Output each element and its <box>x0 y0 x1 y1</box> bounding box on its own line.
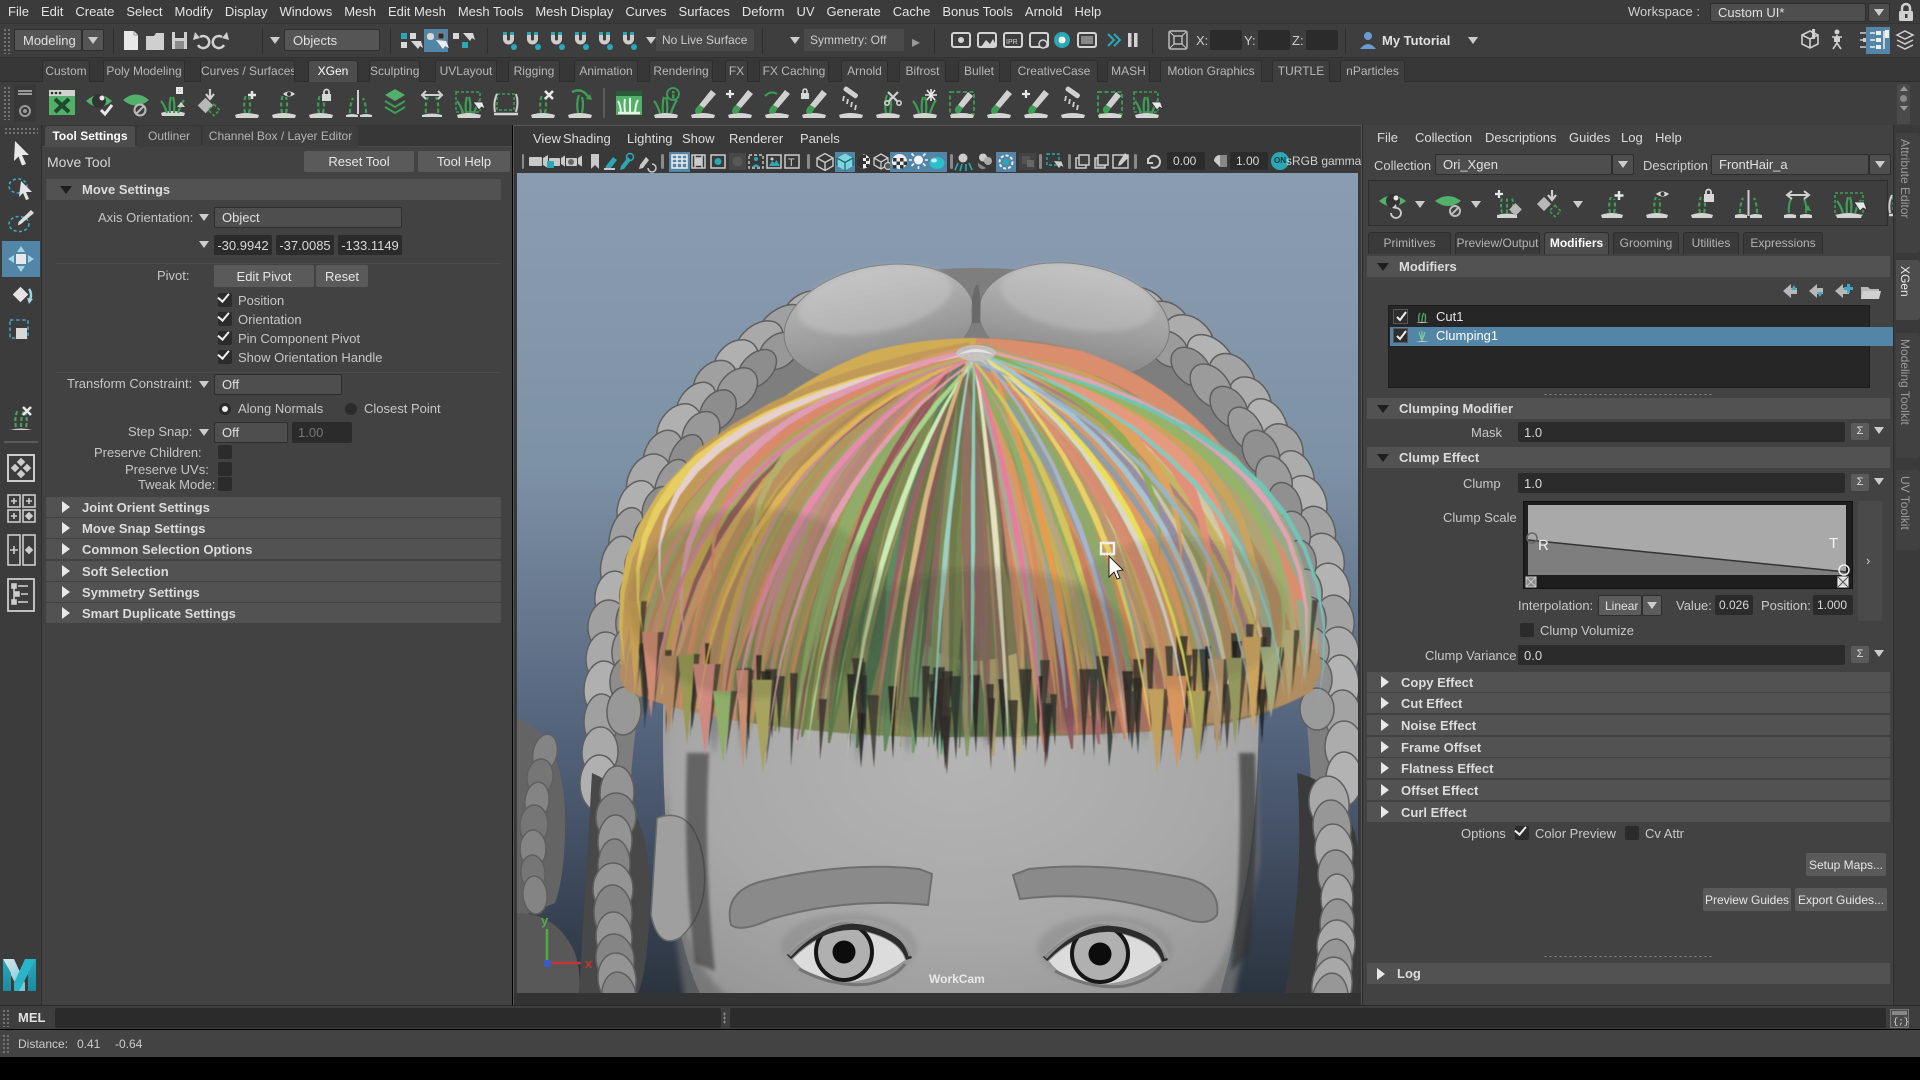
svg-text:{;}: {;} <box>1893 1017 1909 1027</box>
svg-text:y: y <box>541 913 549 928</box>
svg-text:T: T <box>788 157 795 169</box>
svg-text:x: x <box>585 956 593 971</box>
svg-text:WorkCam: WorkCam <box>929 972 985 986</box>
svg-text:R: R <box>1538 537 1549 554</box>
svg-text:T: T <box>1829 535 1838 552</box>
svg-text:IPR: IPR <box>1006 39 1018 46</box>
